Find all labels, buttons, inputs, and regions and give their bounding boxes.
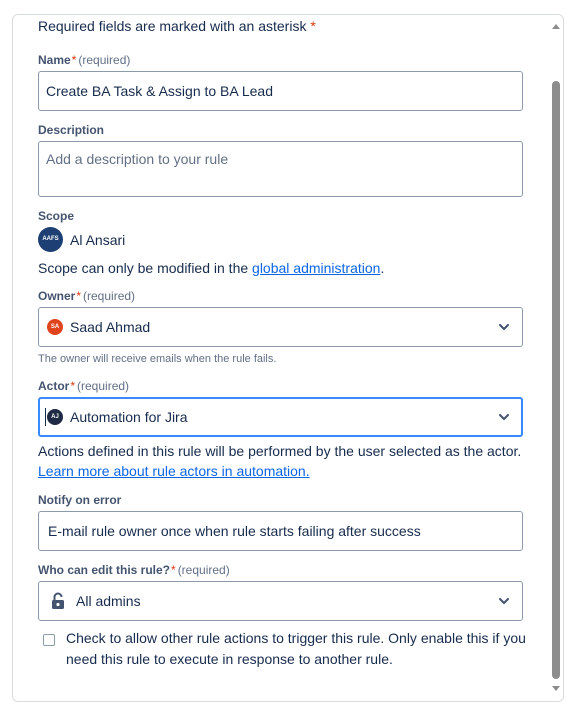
name-field[interactable] xyxy=(38,71,523,111)
who-can-edit-value: All admins xyxy=(76,593,141,609)
rule-details-panel: Required fields are marked with an aster… xyxy=(12,14,564,702)
global-administration-link[interactable]: global administration xyxy=(252,260,380,276)
text-cursor xyxy=(45,408,46,426)
learn-more-actors-link[interactable]: Learn more about rule actors in automati… xyxy=(38,463,310,479)
name-label: Name* (required) xyxy=(38,53,131,67)
owner-avatar: SA xyxy=(47,319,63,335)
owner-select[interactable]: SA Saad Ahmad xyxy=(38,307,523,347)
description-input[interactable] xyxy=(39,142,522,196)
description-field[interactable] xyxy=(38,141,523,197)
owner-value: Saad Ahmad xyxy=(70,319,151,335)
actor-avatar: AJ xyxy=(47,409,63,425)
who-can-edit-label: Who can edit this rule?* (required) xyxy=(38,563,230,577)
who-can-edit-select[interactable]: All admins xyxy=(38,581,523,621)
required-asterisk: * xyxy=(310,18,316,34)
owner-helper-text: The owner will receive emails when the r… xyxy=(38,353,277,365)
actor-value: Automation for Jira xyxy=(70,409,188,425)
scrollbar-thumb[interactable] xyxy=(552,81,560,679)
scope-label: Scope xyxy=(38,209,75,223)
unlock-icon xyxy=(52,592,64,609)
required-fields-note: Required fields are marked with an aster… xyxy=(38,18,316,34)
chevron-down-icon xyxy=(499,598,509,604)
scroll-down-arrow-icon[interactable] xyxy=(552,684,560,692)
actor-label: Actor* (required) xyxy=(38,379,130,393)
scope-note: Scope can only be modified in the global… xyxy=(38,260,385,276)
name-input[interactable] xyxy=(39,72,522,110)
scope-value: Al Ansari xyxy=(70,232,126,248)
description-label: Description xyxy=(38,123,105,137)
chevron-down-icon xyxy=(499,414,509,420)
notify-label: Notify on error xyxy=(38,493,122,507)
chevron-down-icon xyxy=(499,324,509,330)
actor-helper-text: Actions defined in this rule will be per… xyxy=(38,443,522,459)
notify-select[interactable]: E-mail rule owner once when rule starts … xyxy=(38,511,523,551)
allow-trigger-checkbox[interactable] xyxy=(43,634,55,646)
scope-avatar: AAFS xyxy=(38,227,63,252)
allow-trigger-label: Check to allow other rule actions to tri… xyxy=(66,630,526,667)
notify-value: E-mail rule owner once when rule starts … xyxy=(48,523,421,539)
vertical-scrollbar[interactable] xyxy=(549,15,563,701)
scroll-up-arrow-icon[interactable] xyxy=(552,23,560,31)
actor-select[interactable]: AJ Automation for Jira xyxy=(38,397,523,437)
owner-label: Owner* (required) xyxy=(38,289,136,303)
